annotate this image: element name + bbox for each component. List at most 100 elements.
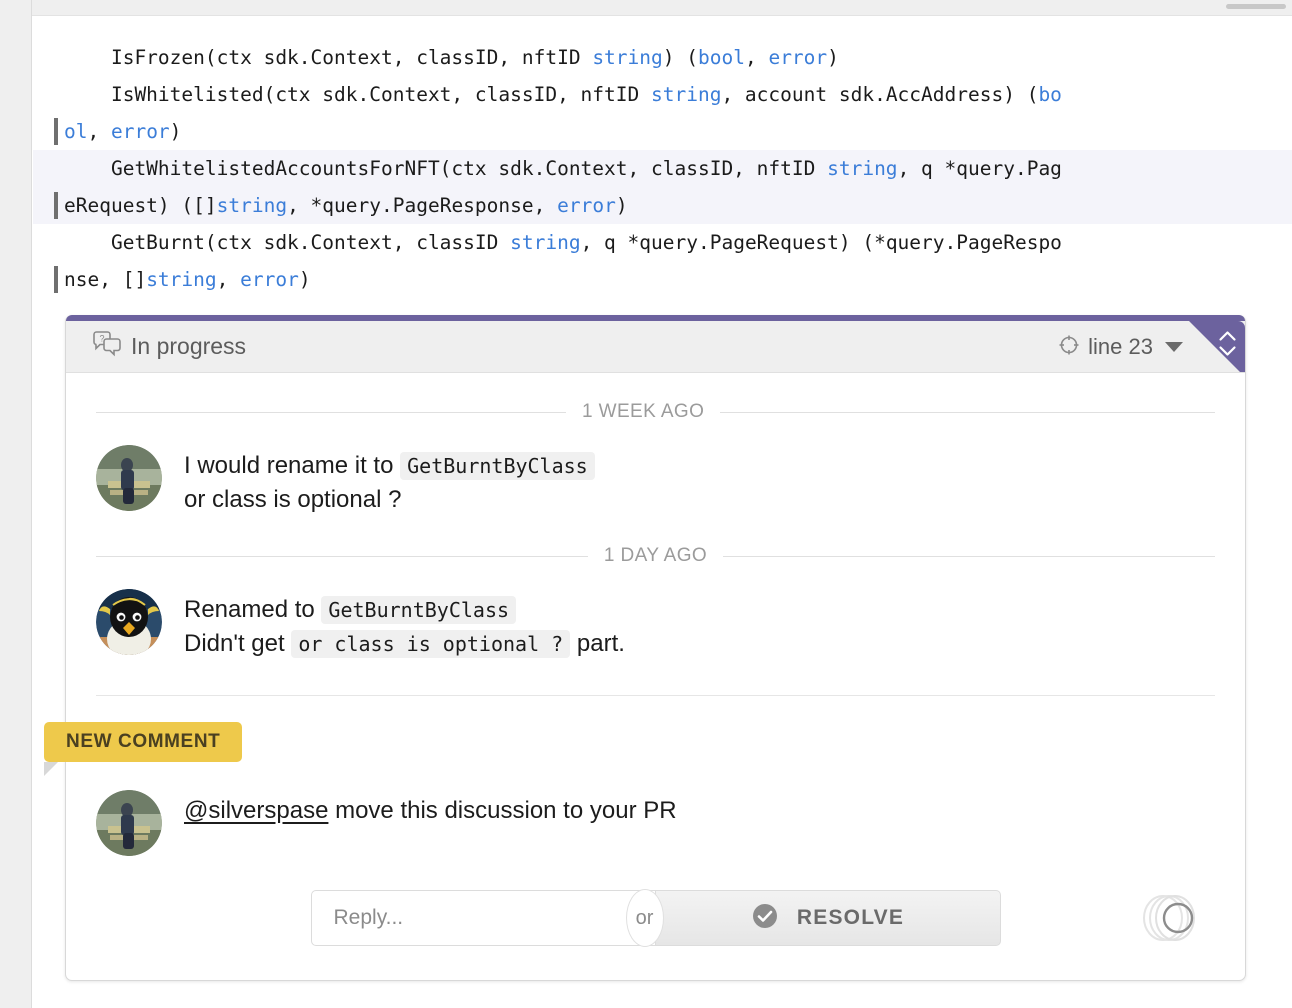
reply-group: or RESOLVE [310, 889, 1001, 947]
code-token: IsWhitelisted(ctx sdk.Context, classID, … [64, 83, 651, 106]
divider-rule [723, 555, 1216, 557]
code-token: ol [64, 120, 88, 143]
comment-body: I would rename it to GetBurntByClass or c… [184, 445, 595, 517]
code-token: string [216, 194, 288, 217]
line-reference-control[interactable]: line 23 [1058, 321, 1183, 372]
code-token: , [744, 46, 769, 69]
code-token: , q *query.PageRequest) (*query.PageResp… [580, 231, 1062, 254]
discussion-card: ? In progress line 23 1 WEEK AGO I would… [44, 315, 1246, 981]
comment-line: Renamed to GetBurntByClass [184, 593, 625, 627]
code-token: eRequest) ([] [64, 194, 217, 217]
reply-input[interactable] [310, 890, 656, 946]
code-token: string [651, 83, 722, 106]
code-token: , *query.PageResponse, [287, 194, 558, 217]
window-top-strip [0, 0, 1292, 16]
view-code-corner-button[interactable] [1189, 321, 1245, 372]
crosshair-icon [1058, 334, 1080, 361]
line-get-burnt-wrap: nse, []string, error) [33, 261, 1292, 298]
resolve-button[interactable]: RESOLVE [655, 890, 1001, 946]
avatar[interactable] [96, 589, 162, 655]
code-token: ) [827, 46, 839, 69]
horizontal-scrollbar[interactable] [1226, 4, 1286, 9]
code-token: GetWhitelistedAccountsForNFT(ctx sdk.Con… [64, 157, 828, 180]
code-token: IsFrozen(ctx sdk.Context, classID, nftID [64, 46, 593, 69]
inline-code: GetBurntByClass [400, 452, 595, 480]
check-circle-icon [751, 902, 779, 935]
comment-timestamp-divider: 1 WEEK AGO [66, 401, 1245, 423]
code-token: nse, [] [64, 268, 147, 291]
comment-line: or class is optional ? [184, 483, 595, 517]
comment-timestamp-divider: 1 DAY AGO [66, 545, 1245, 567]
line-get-whitelisted-accounts: GetWhitelistedAccountsForNFT(ctx sdk.Con… [33, 150, 1292, 187]
code-token: ) [298, 268, 311, 291]
user-mention[interactable]: @silverspase [184, 797, 328, 824]
line-reference-label: line 23 [1088, 334, 1153, 359]
discussion-footer: or RESOLVE [66, 856, 1245, 980]
new-comment-text: move this discussion to your PR [328, 797, 677, 824]
code-token: GetBurnt(ctx sdk.Context, classID [64, 231, 511, 254]
comment-timestamp: 1 DAY AGO [603, 545, 708, 566]
inline-code: or class is optional ? [291, 630, 571, 658]
new-comment-body: @silverspase move this discussion to you… [184, 790, 677, 856]
or-separator: or [625, 889, 664, 947]
divider-rule [720, 411, 1215, 413]
thread-divider [96, 695, 1215, 696]
discussion-status[interactable]: ? In progress [92, 331, 246, 362]
code-token: error [768, 46, 828, 69]
line-is-whitelisted-wrap: ol, error) [33, 113, 1292, 150]
or-separator-label: or [635, 906, 654, 929]
code-token: error [110, 120, 170, 143]
code-token: ) [169, 120, 182, 143]
code-token: , q *query.Pag [897, 157, 1062, 180]
comment-line: Didn't get or class is optional ? part. [184, 627, 625, 661]
avatar[interactable] [96, 445, 162, 511]
avatar[interactable] [96, 790, 162, 856]
comment-body: Renamed to GetBurntByClass Didn't get or … [184, 589, 625, 661]
line-is-whitelisted: IsWhitelisted(ctx sdk.Context, classID, … [33, 76, 1292, 113]
comment-line: I would rename it to GetBurntByClass [184, 449, 595, 483]
comment: I would rename it to GetBurntByClass or c… [66, 423, 1245, 517]
new-comment-badge-label: NEW COMMENT [66, 731, 221, 752]
divider-rule [96, 555, 588, 557]
code-token: error [240, 268, 299, 291]
chevron-down-icon[interactable] [1165, 342, 1183, 352]
code-token: error [557, 194, 616, 217]
line-get-whitelisted-accounts-wrap: eRequest) ([]string, *query.PageResponse… [33, 187, 1292, 224]
new-comment-badge-tail [44, 762, 58, 776]
comment: Renamed to GetBurntByClass Didn't get or … [66, 567, 1245, 661]
code-token: , [87, 120, 111, 143]
comment-text: Renamed to [184, 596, 322, 623]
code-token: string [146, 268, 217, 291]
divider-rule [96, 411, 566, 413]
code-token: string [827, 157, 898, 180]
stacked-circles-icon[interactable] [1137, 887, 1211, 949]
code-token: ) [615, 194, 628, 217]
code-block: IsFrozen(ctx sdk.Context, classID, nftID… [33, 17, 1292, 298]
resolve-button-label: RESOLVE [796, 906, 905, 929]
new-comment-badge: NEW COMMENT [44, 722, 243, 762]
code-token: , [216, 268, 241, 291]
comment-text: I would rename it to [184, 452, 401, 479]
code-token: , account sdk.AccAddress) ( [721, 83, 1039, 106]
line-get-burnt: GetBurnt(ctx sdk.Context, classID string… [33, 224, 1292, 261]
comment-text: or class is optional ? [184, 486, 402, 513]
comment-text: Didn't get [184, 630, 292, 657]
discussion-status-label: In progress [131, 333, 247, 359]
code-token: ) ( [662, 46, 698, 69]
new-comment-badge-row: NEW COMMENT [44, 722, 1245, 776]
inline-code: GetBurntByClass [321, 596, 517, 624]
new-comment: @silverspase move this discussion to you… [66, 768, 1245, 856]
question-speech-bubble-icon: ? [92, 331, 122, 362]
discussion-thread-list: 1 WEEK AGO I would rename it to GetBurnt… [66, 401, 1245, 661]
code-token: string [510, 231, 581, 254]
comment-timestamp: 1 WEEK AGO [582, 401, 705, 422]
code-token: bo [1038, 83, 1062, 106]
editor-left-gutter [0, 0, 32, 1008]
code-token: bool [698, 46, 745, 69]
line-is-frozen: IsFrozen(ctx sdk.Context, classID, nftID… [33, 39, 1292, 76]
discussion-header: ? In progress line 23 [66, 321, 1245, 373]
app-root: IsFrozen(ctx sdk.Context, classID, nftID… [0, 0, 1292, 1008]
code-token: string [592, 46, 663, 69]
code-brackets-icon [1212, 329, 1239, 359]
comment-text: part. [570, 630, 625, 657]
